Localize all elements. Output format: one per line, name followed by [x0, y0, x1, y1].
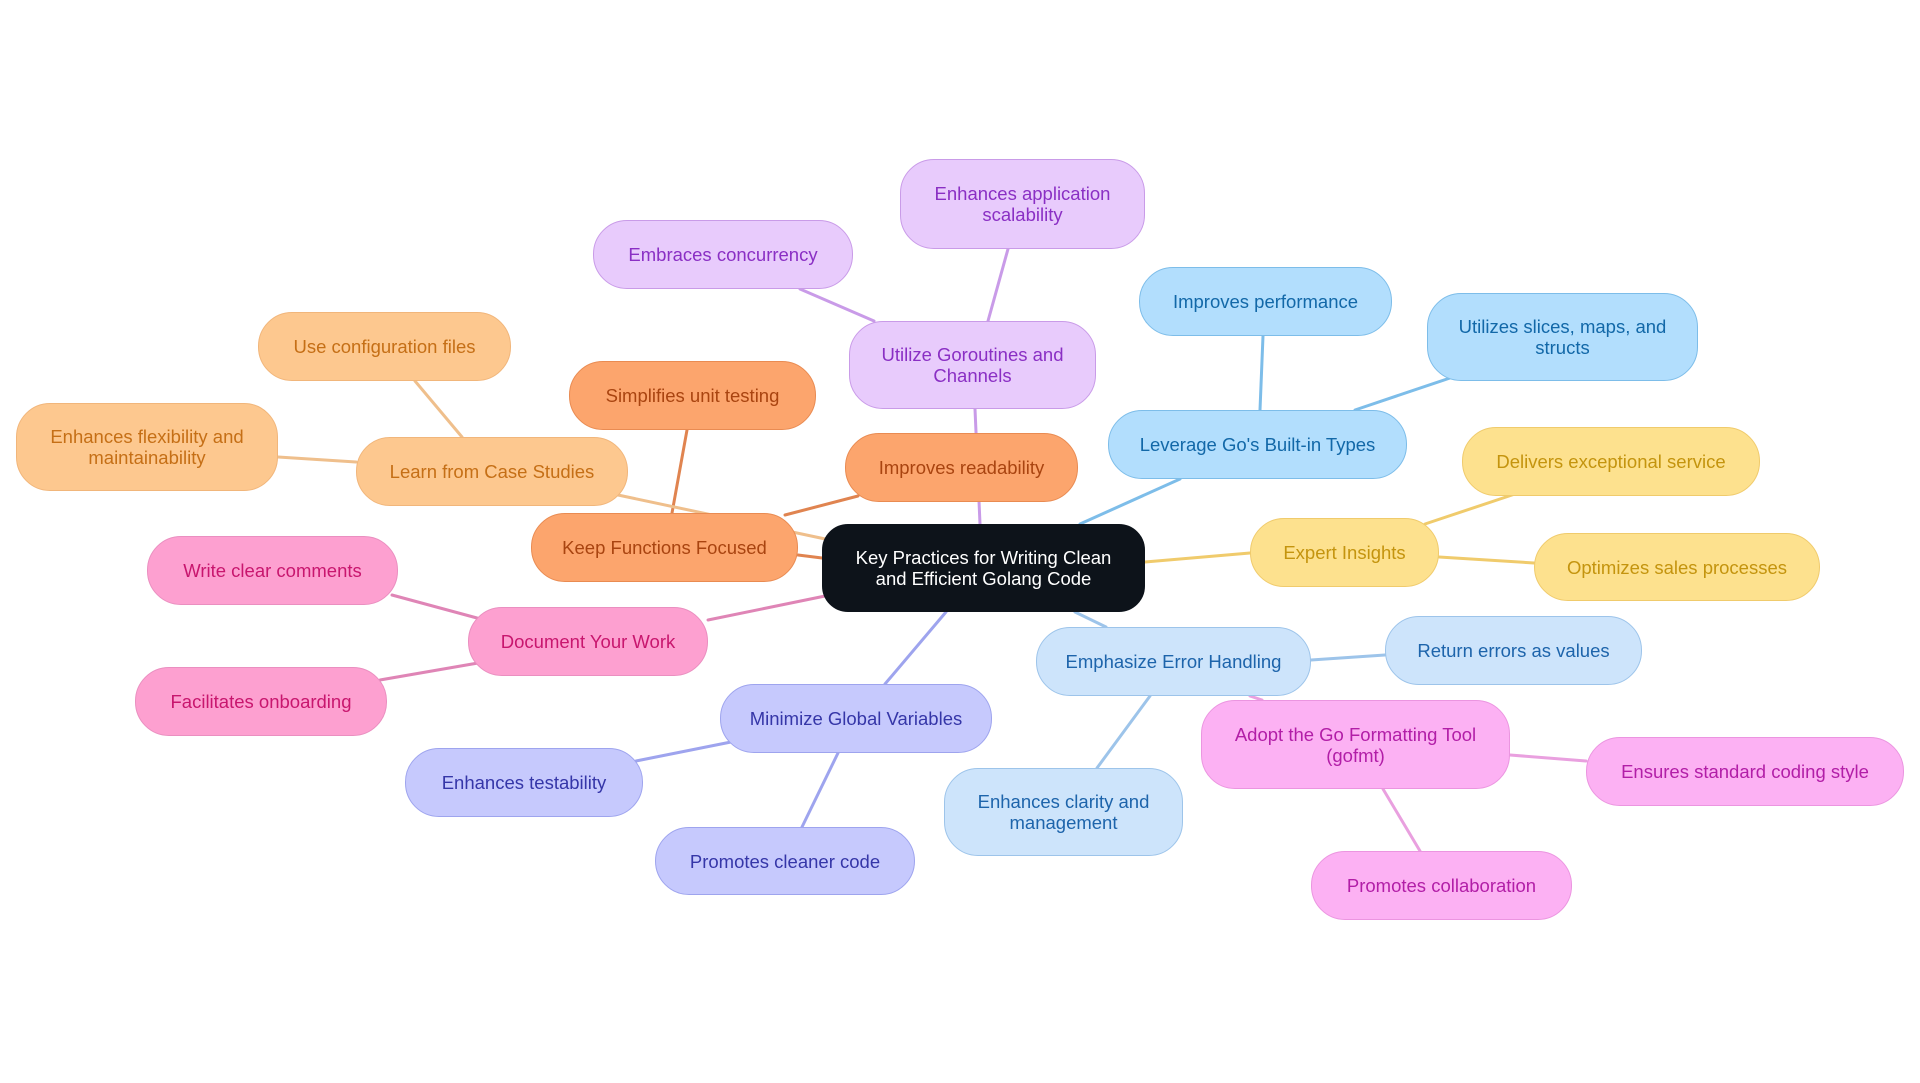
mindmap-leaf-node[interactable]: Promotes collaboration: [1311, 851, 1572, 920]
node-label: Utilizes slices, maps, and structs: [1458, 316, 1667, 358]
edge-document-to-onboarding: [378, 661, 480, 682]
mindmap-leaf-node[interactable]: Utilizes slices, maps, and structs: [1427, 293, 1698, 381]
node-label: Enhances flexibility and maintainability: [50, 426, 244, 468]
mindmap-branch-node[interactable]: Learn from Case Studies: [356, 437, 628, 506]
node-label: Adopt the Go Formatting Tool (gofmt): [1234, 723, 1477, 766]
edge-errors-to-values: [1309, 653, 1387, 662]
node-label: Keep Functions Focused: [562, 537, 767, 558]
edge-globals-to-cleaner: [800, 751, 840, 829]
node-label: Leverage Go's Built-in Types: [1139, 434, 1376, 455]
edge-gofmt-to-collab: [1381, 787, 1422, 853]
node-label: Write clear comments: [183, 560, 362, 581]
mindmap-leaf-node[interactable]: Improves readability: [845, 433, 1078, 502]
node-label: Optimizes sales processes: [1566, 556, 1788, 578]
mindmap-leaf-node[interactable]: Facilitates onboarding: [135, 667, 387, 736]
edge-gofmt-to-style: [1508, 753, 1588, 763]
mindmap-branch-node[interactable]: Minimize Global Variables: [720, 684, 992, 753]
edge-goroutines-to-scalability: [986, 247, 1010, 323]
mindmap-leaf-node[interactable]: Enhances clarity and management: [944, 768, 1183, 856]
mindmap-branch-node[interactable]: Emphasize Error Handling: [1036, 627, 1311, 696]
node-label: Ensures standard coding style: [1621, 761, 1869, 782]
edge-casestudies-to-flexibility: [276, 455, 358, 464]
node-label: Delivers exceptional service: [1496, 451, 1726, 472]
mindmap-branch-node[interactable]: Document Your Work: [468, 607, 708, 676]
edge-root-to-focused: [796, 553, 824, 560]
edge-root-to-expert: [1143, 551, 1252, 564]
edge-focused-to-unittest: [670, 428, 689, 515]
node-label: Facilitates onboarding: [170, 691, 352, 712]
edge-root-to-errors: [1073, 610, 1108, 629]
mindmap-leaf-node[interactable]: Enhances application scalability: [900, 159, 1145, 249]
node-label: Minimize Global Variables: [749, 708, 963, 729]
edge-root-to-document: [706, 593, 832, 622]
edge-root-to-globals: [883, 610, 948, 686]
node-label: Improves readability: [878, 457, 1045, 478]
mindmap-leaf-node[interactable]: Use configuration files: [258, 312, 511, 381]
edge-document-to-comments: [390, 593, 479, 620]
mindmap-leaf-node[interactable]: Write clear comments: [147, 536, 398, 605]
edge-builtin-to-slices: [1353, 376, 1452, 412]
edge-builtin-to-performance: [1258, 334, 1265, 412]
node-label: Utilize Goroutines and Channels: [881, 344, 1064, 386]
mindmap-leaf-node[interactable]: Promotes cleaner code: [655, 827, 915, 895]
mindmap-leaf-node[interactable]: Improves performance: [1139, 267, 1392, 336]
node-label: Enhances testability: [441, 772, 607, 793]
node-label: Enhances clarity and management: [977, 791, 1150, 833]
mindmap-branch-node[interactable]: Leverage Go's Built-in Types: [1108, 410, 1407, 479]
mindmap-leaf-node[interactable]: Enhances testability: [405, 748, 643, 817]
node-label: Learn from Case Studies: [389, 461, 595, 482]
node-label: Enhances application scalability: [934, 183, 1111, 225]
mindmap-branch-node[interactable]: Keep Functions Focused: [531, 513, 798, 582]
node-label: Key Practices for Writing Clean and Effi…: [855, 547, 1112, 589]
node-label: Improves performance: [1172, 291, 1359, 312]
edge-globals-to-testability: [634, 740, 733, 763]
mindmap-leaf-node[interactable]: Simplifies unit testing: [569, 361, 816, 430]
node-label: Emphasize Error Handling: [1065, 651, 1282, 672]
edge-expert-to-service: [1423, 492, 1517, 526]
node-label: Promotes cleaner code: [689, 850, 881, 872]
mindmap-leaf-node[interactable]: Ensures standard coding style: [1586, 737, 1904, 806]
mindmap-branch-node[interactable]: Adopt the Go Formatting Tool (gofmt): [1201, 700, 1510, 789]
edge-errors-to-clarity: [1095, 694, 1152, 770]
mindmap-branch-node[interactable]: Expert Insights: [1250, 518, 1439, 587]
node-label: Return errors as values: [1417, 640, 1610, 661]
mindmap-leaf-node[interactable]: Optimizes sales processes: [1534, 533, 1820, 601]
node-label: Expert Insights: [1283, 542, 1406, 563]
mindmap-leaf-node[interactable]: Delivers exceptional service: [1462, 427, 1760, 496]
node-label: Simplifies unit testing: [605, 385, 780, 406]
node-label: Promotes collaboration: [1346, 875, 1537, 896]
edge-root-to-builtin: [1078, 477, 1182, 526]
node-label: Embraces concurrency: [628, 244, 818, 265]
edge-focused-to-readability: [783, 494, 860, 517]
node-label: Document Your Work: [500, 631, 676, 652]
mindmap-leaf-node[interactable]: Enhances flexibility and maintainability: [16, 403, 278, 491]
node-label: Use configuration files: [293, 336, 476, 357]
mindmap-leaf-node[interactable]: Embraces concurrency: [593, 220, 853, 289]
edge-casestudies-to-config: [413, 379, 464, 439]
edge-expert-to-sales: [1437, 555, 1536, 565]
mindmap-branch-node[interactable]: Utilize Goroutines and Channels: [849, 321, 1096, 409]
edge-goroutines-to-concurrency: [798, 287, 876, 323]
mindmap-root-node[interactable]: Key Practices for Writing Clean and Effi…: [822, 524, 1145, 612]
mindmap-leaf-node[interactable]: Return errors as values: [1385, 616, 1642, 685]
